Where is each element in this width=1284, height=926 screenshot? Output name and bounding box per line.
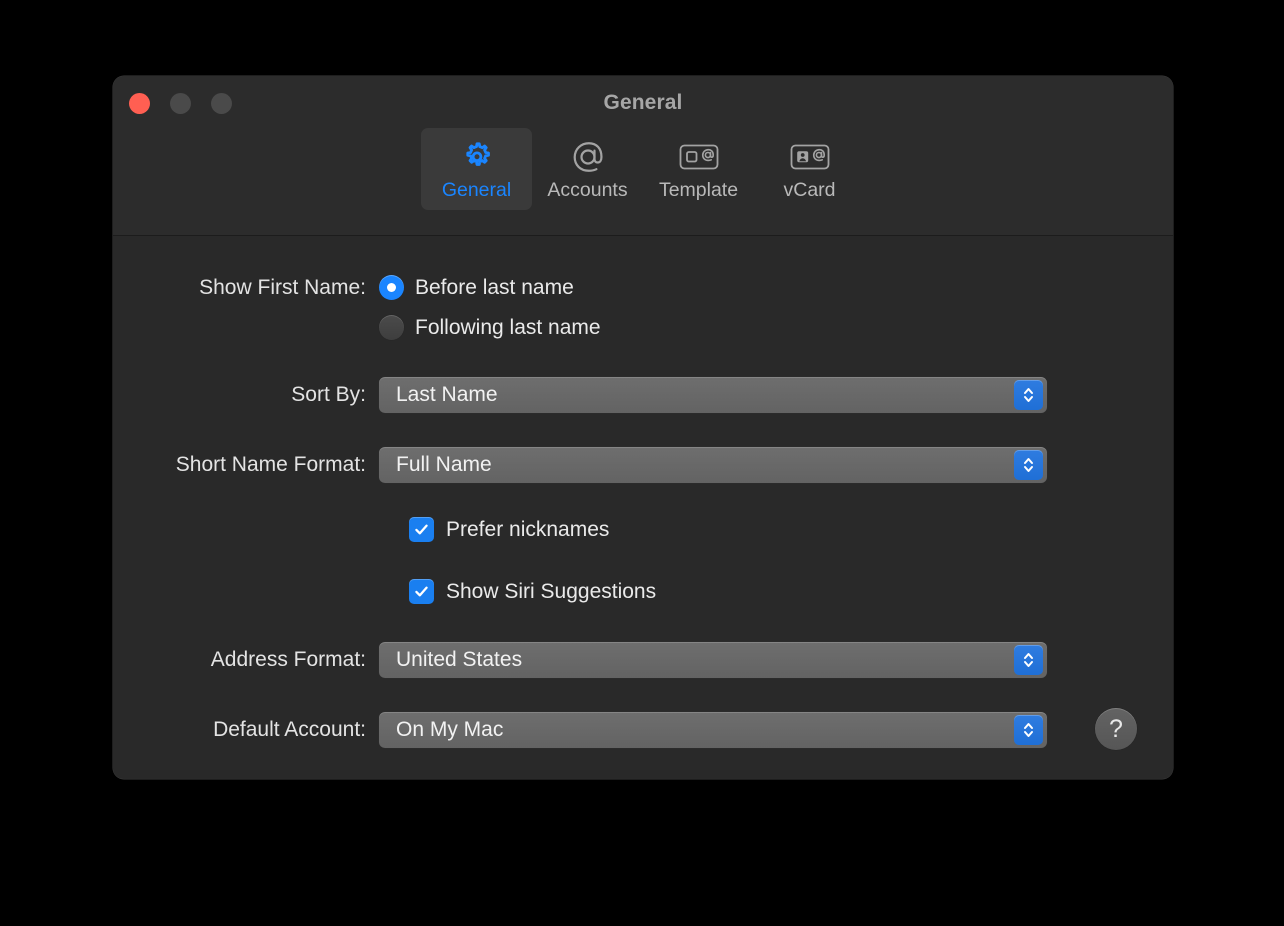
tab-template-label: Template [659,181,738,201]
radio-before-last-name[interactable]: Before last name [379,275,574,300]
tab-general[interactable]: General [421,128,532,210]
tab-template[interactable]: Template [643,128,754,210]
radio-before-last-name-label: Before last name [415,276,574,300]
row-show-siri-suggestions: Show Siri Suggestions [409,579,656,604]
checkbox-show-siri-suggestions-label: Show Siri Suggestions [446,580,656,604]
row-show-first-name: Show First Name: Before last name [113,275,574,300]
tab-vcard-label: vCard [783,181,835,201]
address-format-select[interactable]: United States [379,642,1047,678]
general-preferences-pane: Show First Name: Before last name Follow… [113,236,1173,778]
short-name-format-select[interactable]: Full Name [379,447,1047,483]
radio-before-last-name-control[interactable] [379,275,404,300]
row-sort-by: Sort By: Last Name [113,377,1047,413]
address-format-label: Address Format: [113,648,379,672]
vcard-contact-icon [789,138,831,176]
row-following-last-name: Following last name [379,315,601,340]
question-mark-icon: ? [1109,715,1123,744]
sort-by-label: Sort By: [113,383,379,407]
radio-following-last-name-label: Following last name [415,316,601,340]
at-sign-icon [569,138,607,176]
default-account-label: Default Account: [113,718,379,742]
preferences-toolbar: General Accounts [113,128,1173,210]
address-format-value: United States [379,648,522,672]
tab-general-label: General [442,181,511,201]
row-default-account: Default Account: On My Mac [113,712,1047,748]
tab-accounts[interactable]: Accounts [532,128,643,210]
checkbox-show-siri-suggestions[interactable]: Show Siri Suggestions [409,579,656,604]
window-title: General [113,91,1173,115]
window-titlebar: General General Ac [113,76,1173,236]
row-prefer-nicknames: Prefer nicknames [409,517,609,542]
tab-vcard[interactable]: vCard [754,128,865,210]
short-name-format-label: Short Name Format: [113,453,379,477]
checkbox-prefer-nicknames[interactable]: Prefer nicknames [409,517,609,542]
default-account-stepper-icon[interactable] [1014,715,1043,745]
short-name-format-value: Full Name [379,453,492,477]
default-account-select[interactable]: On My Mac [379,712,1047,748]
tab-accounts-label: Accounts [547,181,627,201]
help-button[interactable]: ? [1095,708,1137,750]
short-name-format-stepper-icon[interactable] [1014,450,1043,480]
row-short-name-format: Short Name Format: Full Name [113,447,1047,483]
template-card-icon [678,138,720,176]
sort-by-stepper-icon[interactable] [1014,380,1043,410]
show-first-name-label: Show First Name: [113,276,379,300]
gear-icon [459,138,495,176]
checkbox-show-siri-suggestions-control[interactable] [409,579,434,604]
preferences-window: General General Ac [113,76,1173,779]
radio-following-last-name-control[interactable] [379,315,404,340]
checkbox-prefer-nicknames-control[interactable] [409,517,434,542]
radio-following-last-name[interactable]: Following last name [379,315,601,340]
checkbox-prefer-nicknames-label: Prefer nicknames [446,518,609,542]
default-account-value: On My Mac [379,718,503,742]
row-address-format: Address Format: United States [113,642,1047,678]
sort-by-value: Last Name [379,383,498,407]
sort-by-select[interactable]: Last Name [379,377,1047,413]
address-format-stepper-icon[interactable] [1014,645,1043,675]
